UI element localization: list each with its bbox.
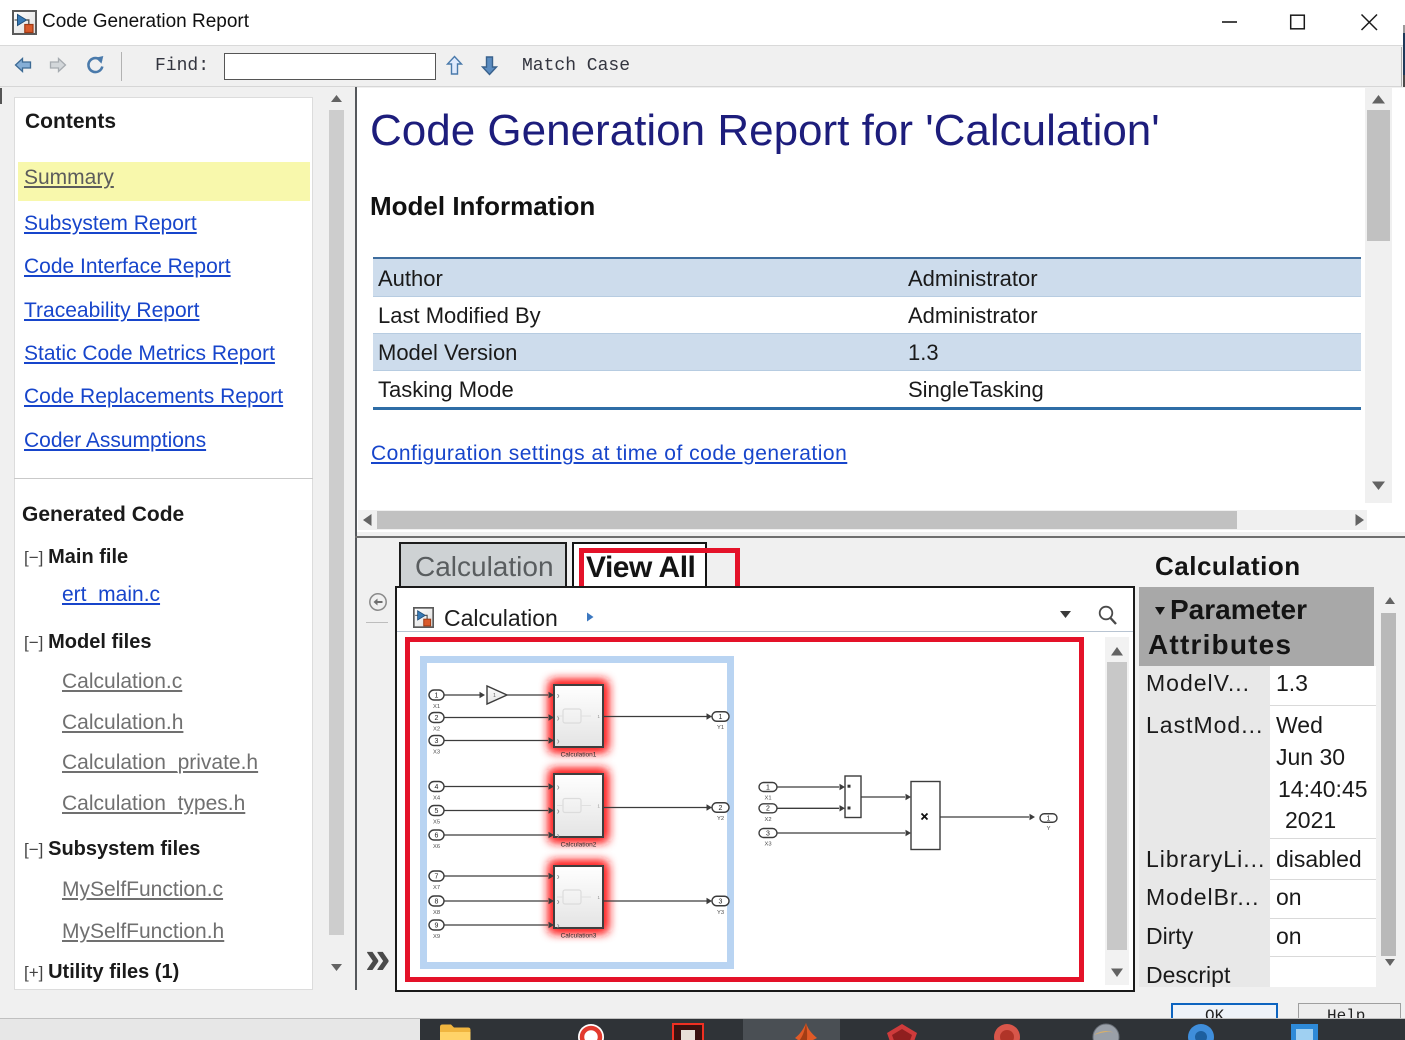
svg-text:❯: ❯	[557, 738, 561, 743]
svg-text:Calculation1: Calculation1	[561, 752, 597, 759]
svg-text:❯: ❯	[557, 923, 561, 928]
svg-text:X9: X9	[433, 934, 440, 940]
svg-text:❯: ❯	[557, 693, 561, 698]
svg-text:3: 3	[766, 830, 770, 837]
svg-text:X1: X1	[433, 704, 440, 710]
svg-text:X3: X3	[433, 750, 440, 756]
svg-text:❯: ❯	[557, 715, 561, 720]
svg-text:2: 2	[766, 806, 770, 813]
svg-text:1: 1	[493, 693, 496, 699]
svg-text:Calculation3: Calculation3	[561, 933, 597, 940]
svg-text:Y: Y	[1047, 826, 1051, 832]
svg-text:❯: ❯	[557, 808, 561, 813]
svg-text:Calculation2: Calculation2	[561, 842, 597, 849]
svg-text:1: 1	[719, 714, 723, 721]
svg-text:1: 1	[766, 784, 770, 791]
svg-text:❯: ❯	[557, 899, 561, 904]
svg-text:2: 2	[435, 715, 439, 722]
svg-text:Y3: Y3	[717, 910, 724, 916]
svg-text:X5: X5	[433, 820, 440, 826]
svg-text:5: 5	[435, 808, 439, 815]
svg-text:X2: X2	[764, 817, 771, 823]
svg-text:8: 8	[435, 898, 439, 905]
svg-text:4: 4	[435, 784, 439, 791]
svg-text:2: 2	[719, 805, 723, 812]
svg-text:X2: X2	[433, 727, 440, 733]
svg-text:9: 9	[435, 922, 439, 929]
svg-text:3: 3	[719, 898, 723, 905]
svg-text:3: 3	[435, 738, 439, 745]
svg-text:❯: ❯	[557, 874, 561, 879]
svg-text:7: 7	[435, 873, 439, 880]
svg-text:X6: X6	[433, 844, 440, 850]
svg-text:1: 1	[1047, 815, 1051, 822]
svg-text:❯: ❯	[557, 833, 561, 838]
svg-text:X8: X8	[433, 910, 440, 916]
svg-text:6: 6	[435, 832, 439, 839]
svg-text:Y1: Y1	[717, 725, 724, 731]
svg-text:X3: X3	[764, 842, 771, 848]
svg-text:X4: X4	[433, 796, 441, 802]
svg-text:Y2: Y2	[717, 816, 724, 822]
svg-text:X1: X1	[764, 796, 771, 802]
svg-text:1: 1	[435, 692, 439, 699]
svg-text:X7: X7	[433, 885, 440, 891]
svg-text:❯: ❯	[557, 784, 561, 789]
